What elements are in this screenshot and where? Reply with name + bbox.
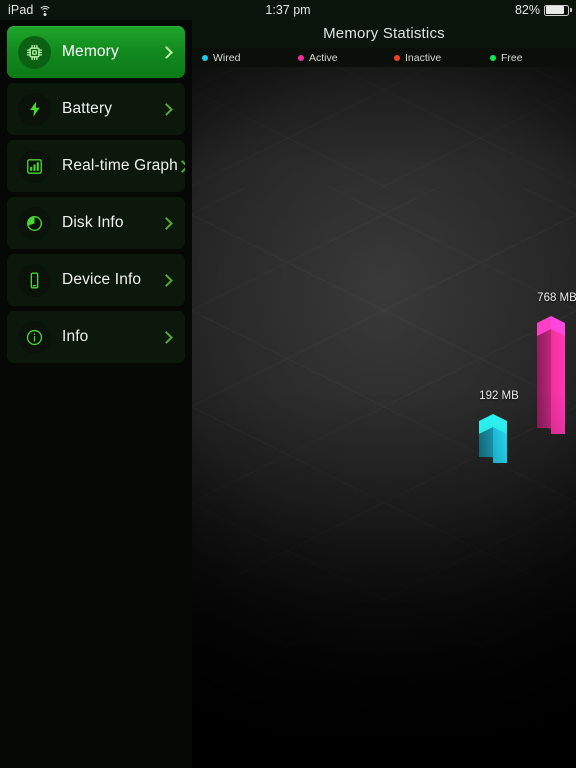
legend-label: Inactive	[405, 51, 442, 64]
sidebar-item-label: Info	[62, 328, 89, 345]
sidebar-item-battery[interactable]: Battery	[7, 83, 185, 135]
sidebar-item-label: Disk Info	[62, 214, 124, 231]
bar-value-label: 768 MB	[537, 291, 576, 304]
bar-face-left	[536, 322, 551, 428]
pie-chart-icon	[18, 206, 51, 240]
legend-item-free: Free	[480, 52, 576, 64]
legend-item-inactive: Inactive	[384, 52, 480, 64]
sidebar-item-disk-info[interactable]: Disk Info	[7, 197, 185, 249]
battery-icon	[544, 4, 572, 16]
chevron-right-icon	[160, 45, 173, 59]
sidebar-item-label: Real-time Graph	[62, 157, 178, 174]
device-phone-icon	[18, 263, 51, 297]
bar-active: 768 MB	[536, 292, 576, 434]
chart-legend: Wired Active Inactive Free	[192, 48, 576, 67]
memory-chart: 192 MB768 MB27 MB997 MB	[192, 67, 576, 768]
bar-wired: 192 MB	[478, 390, 520, 463]
sidebar: Memory Battery Real-time Graph Disk Info Dev…	[0, 20, 192, 768]
sidebar-item-device-info[interactable]: Device Info	[7, 254, 185, 306]
bar-value-label: 192 MB	[479, 389, 519, 402]
sidebar-item-label: Battery	[62, 100, 113, 117]
chevron-right-icon	[160, 273, 173, 287]
sidebar-item-memory[interactable]: Memory	[7, 26, 185, 78]
battery-percent-label: 82%	[514, 3, 540, 17]
status-bar: iPad 1:37 pm 82%	[0, 0, 576, 20]
chevron-right-icon	[160, 102, 173, 116]
info-circle-icon	[18, 320, 51, 354]
sidebar-item-info[interactable]: Info	[7, 311, 185, 363]
legend-color-dot	[202, 54, 208, 61]
legend-color-dot	[298, 54, 304, 61]
legend-color-dot	[490, 54, 496, 61]
main-panel: Memory Statistics Wired Active Inactive Fre…	[192, 20, 576, 768]
chevron-right-icon	[160, 216, 173, 230]
legend-color-dot	[394, 54, 400, 61]
chevron-right-icon	[160, 330, 173, 344]
sidebar-item-real-time-graph[interactable]: Real-time Graph	[7, 140, 185, 192]
legend-label: Active	[309, 51, 338, 64]
legend-item-wired: Wired	[192, 52, 288, 64]
status-bar-clock: 1:37 pm	[265, 3, 311, 17]
sidebar-item-label: Device Info	[62, 271, 142, 288]
bar-chart-icon	[18, 149, 51, 183]
status-bar-right: 82%	[514, 3, 572, 17]
lightning-bolt-icon	[18, 92, 51, 126]
sidebar-item-label: Memory	[62, 43, 119, 60]
legend-label: Free	[501, 51, 523, 64]
page-title: Memory Statistics	[323, 25, 445, 42]
legend-label: Wired	[213, 51, 241, 64]
bar-face-right	[550, 329, 565, 434]
cpu-chip-icon	[18, 35, 51, 69]
legend-item-active: Active	[288, 52, 384, 64]
